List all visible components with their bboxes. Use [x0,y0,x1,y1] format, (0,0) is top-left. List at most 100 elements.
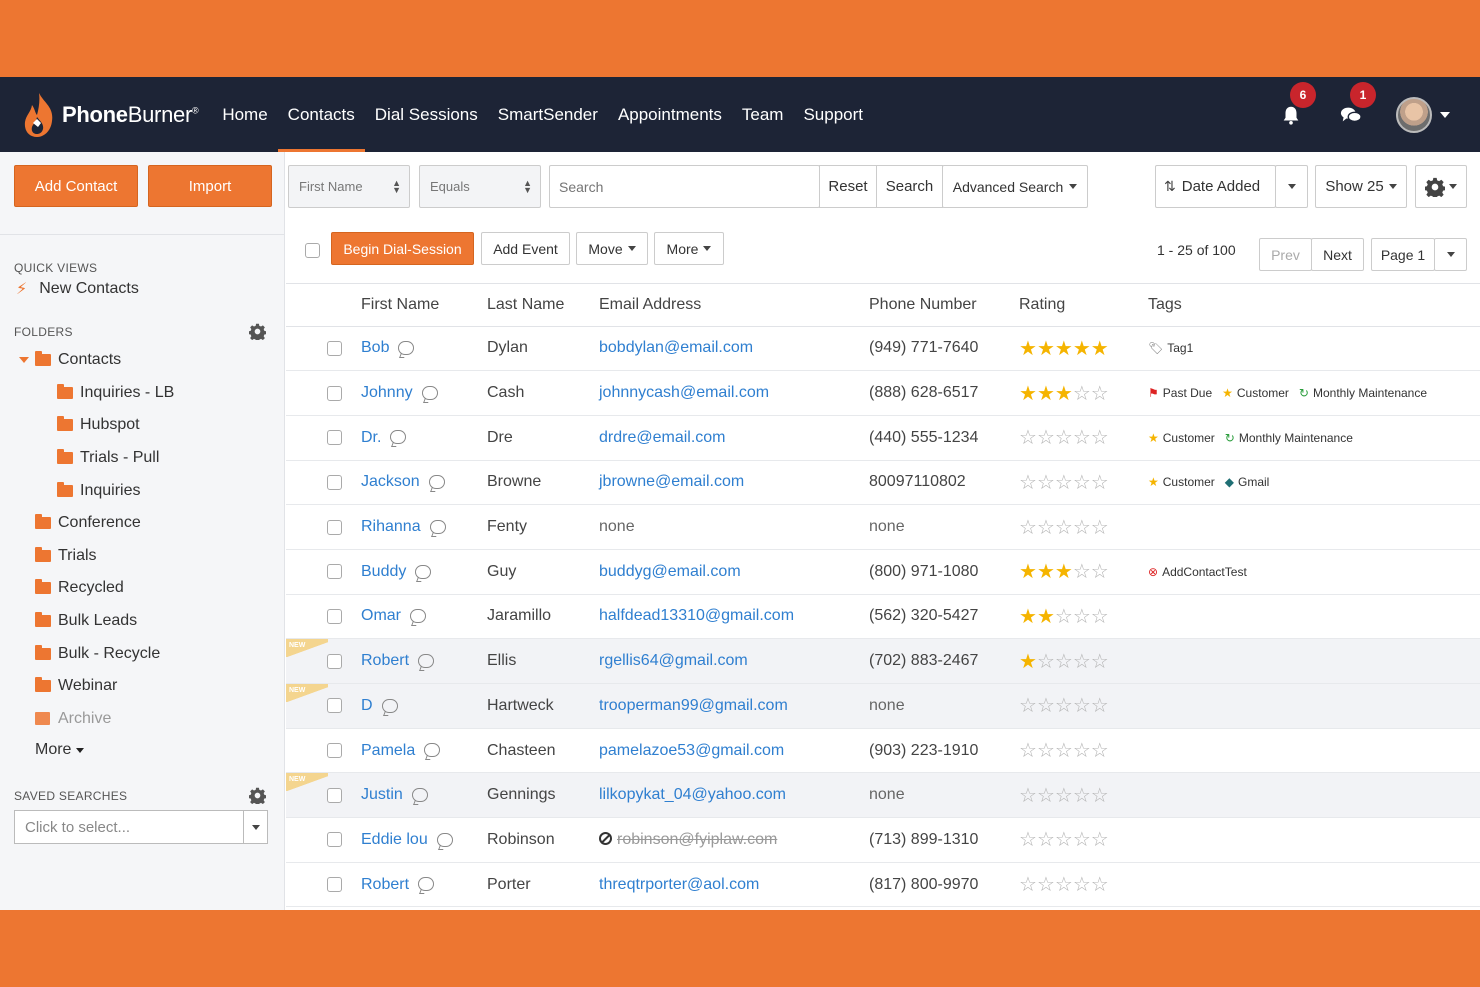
tag-badge[interactable]: ★ Customer [1148,475,1215,489]
folder-item-bulk-leads[interactable]: Bulk Leads [0,605,284,638]
star-empty-icon[interactable]: ☆ [1055,829,1073,851]
star-empty-icon[interactable]: ☆ [1055,472,1073,494]
star-empty-icon[interactable]: ☆ [1055,785,1073,807]
field-select[interactable]: First Name ▲ ▼ [288,165,410,208]
table-row[interactable]: Dr. Dre drdre@email.com (440) 555-1234 ☆☆☆☆☆… [286,415,1480,461]
star-filled-icon[interactable]: ★ [1055,338,1073,360]
tag-badge[interactable]: ↻ Monthly Maintenance [1299,386,1427,400]
star-empty-icon[interactable]: ☆ [1073,874,1091,896]
folder-item-trials-pull[interactable]: Trials - Pull [0,442,284,475]
table-row[interactable]: Omar Jaramillo halfdead13310@gmail.com (562… [286,594,1480,640]
email-link[interactable]: threqtrporter@aol.com [599,876,759,893]
star-filled-icon[interactable]: ★ [1019,383,1037,405]
page-size-select[interactable]: Show 25 [1315,165,1407,208]
star-empty-icon[interactable]: ☆ [1019,427,1037,449]
table-row[interactable]: Pamela Chasteen pamelazoe53@gmail.com (903)… [286,728,1480,774]
nav-item-support[interactable]: Support [793,77,873,152]
messages-button[interactable]: 1 [1336,81,1376,130]
table-row[interactable]: Johnny Cash johnnycash@email.com (888) 628-… [286,370,1480,416]
folder-item-inquiries-lb[interactable]: Inquiries - LB [0,377,284,410]
row-checkbox[interactable] [327,743,342,759]
row-checkbox[interactable] [327,564,342,580]
star-filled-icon[interactable]: ★ [1073,338,1091,360]
tag-badge[interactable]: ⊗ AddContactTest [1148,565,1247,579]
email-link[interactable]: rgellis64@gmail.com [599,652,748,669]
star-empty-icon[interactable]: ☆ [1055,651,1073,673]
header-phone[interactable]: Phone Number [869,284,1019,327]
header-tags[interactable]: Tags [1148,284,1480,327]
email-link[interactable]: bobdylan@email.com [599,339,753,356]
star-empty-icon[interactable]: ☆ [1019,472,1037,494]
table-row[interactable]: Buddy Guy buddyg@email.com (800) 971-1080 ★★… [286,549,1480,595]
contact-name-link[interactable]: Bob [361,339,389,356]
comment-icon[interactable] [424,743,441,758]
row-checkbox[interactable] [327,608,342,624]
star-empty-icon[interactable]: ☆ [1073,695,1091,717]
table-row[interactable]: Eddie lou Robinson robinson@fyiplaw.com (71… [286,817,1480,863]
star-empty-icon[interactable]: ☆ [1019,874,1037,896]
star-empty-icon[interactable]: ☆ [1055,606,1073,628]
begin-dial-session-button[interactable]: Begin Dial-Session [331,232,474,265]
more-actions-button[interactable]: More [654,232,724,265]
star-empty-icon[interactable]: ☆ [1091,606,1109,628]
saved-searches-gear-icon[interactable] [249,787,266,805]
star-empty-icon[interactable]: ☆ [1091,561,1109,583]
star-empty-icon[interactable]: ☆ [1019,740,1037,762]
star-empty-icon[interactable]: ☆ [1037,472,1055,494]
contact-name-link[interactable]: Pamela [361,742,415,759]
table-row[interactable]: NEW Justin Gennings lilkopykat_04@yahoo.com… [286,772,1480,819]
notifications-button[interactable]: 6 [1276,81,1316,130]
star-empty-icon[interactable]: ☆ [1091,740,1109,762]
advanced-search-button[interactable]: Advanced Search [942,165,1088,208]
star-empty-icon[interactable]: ☆ [1037,829,1055,851]
operator-select[interactable]: Equals ▲ ▼ [419,165,541,208]
comment-icon[interactable] [381,698,398,713]
folder-archive[interactable]: Archive [0,703,284,736]
row-checkbox[interactable] [327,385,342,401]
star-filled-icon[interactable]: ★ [1037,338,1055,360]
star-empty-icon[interactable]: ☆ [1073,740,1091,762]
header-first-name[interactable]: First Name [361,284,487,327]
contact-name-link[interactable]: Justin [361,786,403,803]
folder-item-hubspot[interactable]: Hubspot [0,409,284,442]
comment-icon[interactable] [418,877,435,892]
row-checkbox[interactable] [327,653,342,669]
nav-item-team[interactable]: Team [732,77,794,152]
settings-menu-button[interactable] [1415,165,1467,208]
star-empty-icon[interactable]: ☆ [1073,785,1091,807]
star-empty-icon[interactable]: ☆ [1055,517,1073,539]
star-filled-icon[interactable]: ★ [1019,651,1037,673]
email-link[interactable]: trooperman99@gmail.com [599,697,788,714]
row-checkbox[interactable] [327,698,342,714]
contact-name-link[interactable]: Buddy [361,563,406,580]
row-checkbox[interactable] [327,474,342,490]
star-empty-icon[interactable]: ☆ [1037,785,1055,807]
table-row[interactable]: Rihanna Fenty none none ☆☆☆☆☆ [286,504,1480,550]
star-empty-icon[interactable]: ☆ [1091,517,1109,539]
page-select-dropdown[interactable] [1434,238,1467,271]
row-checkbox[interactable] [327,832,342,848]
star-filled-icon[interactable]: ★ [1019,338,1037,360]
search-button[interactable]: Search [876,165,943,208]
star-empty-icon[interactable]: ☆ [1091,383,1109,405]
star-empty-icon[interactable]: ☆ [1019,829,1037,851]
star-empty-icon[interactable]: ☆ [1055,695,1073,717]
move-button[interactable]: Move [576,232,648,265]
sort-dropdown[interactable] [1275,165,1308,208]
saved-searches-select[interactable]: Click to select... [14,810,268,845]
email-link[interactable]: halfdead13310@gmail.com [599,607,794,624]
star-empty-icon[interactable]: ☆ [1073,383,1091,405]
table-row[interactable]: Jackson Browne jbrowne@email.com 8009711080… [286,460,1480,506]
star-empty-icon[interactable]: ☆ [1073,651,1091,673]
folder-item-inquiries[interactable]: Inquiries [0,474,284,507]
email-link[interactable]: lilkopykat_04@yahoo.com [599,786,786,803]
tag-badge[interactable]: 🏷︎ Tag1 [1148,341,1193,355]
comment-icon[interactable] [415,564,432,579]
nav-item-home[interactable]: Home [212,77,277,152]
tag-badge[interactable]: ↻ Monthly Maintenance [1225,431,1353,445]
folder-item-bulk-recycle[interactable]: Bulk - Recycle [0,637,284,670]
comment-icon[interactable] [410,609,426,624]
contact-name-link[interactable]: Eddie lou [361,831,428,848]
prev-page-button[interactable]: Prev [1259,238,1312,271]
star-empty-icon[interactable]: ☆ [1091,829,1109,851]
